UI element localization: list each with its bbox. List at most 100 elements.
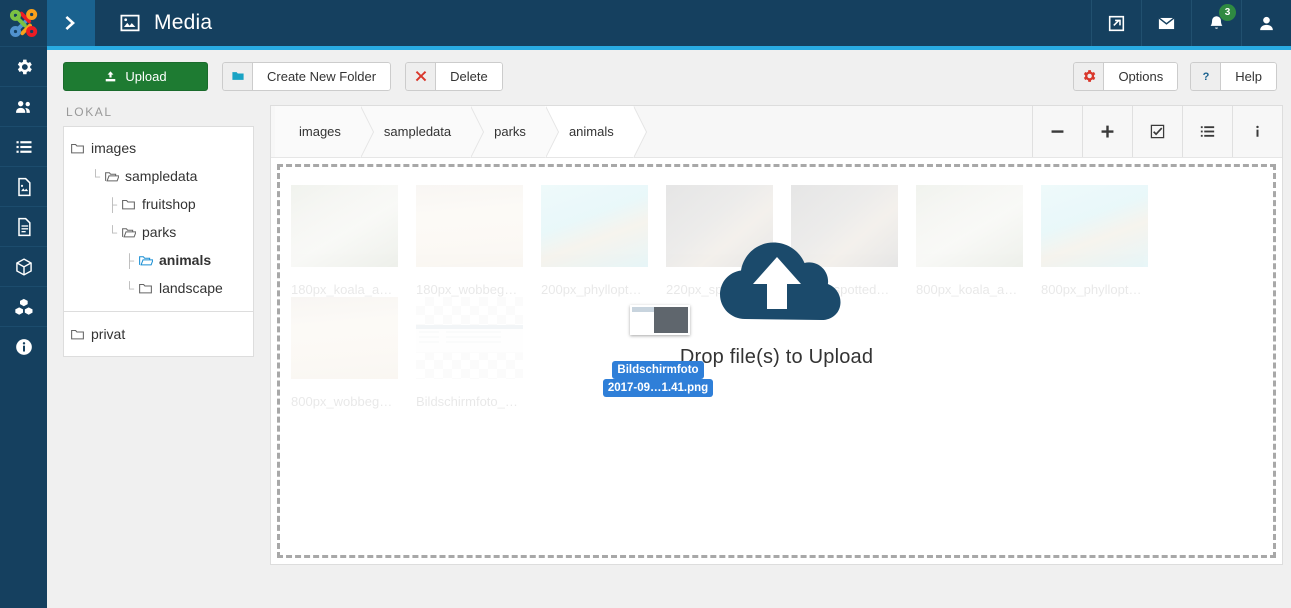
sidebar-toggle-button[interactable] [47, 0, 95, 46]
tree-node-privat[interactable]: privat [64, 320, 253, 348]
file-thumbnail [291, 297, 398, 379]
user-icon [1260, 16, 1273, 30]
gear-icon [17, 59, 32, 74]
file-thumbnail [541, 185, 648, 267]
boxes-icon [14, 298, 32, 315]
tree-node-label: parks [142, 224, 177, 240]
help-button[interactable]: ? Help [1190, 61, 1277, 91]
sidebar-item-components[interactable] [0, 246, 47, 286]
media-grid-item[interactable]: 200px_phyllopt… [538, 185, 663, 297]
tree-node-label: privat [91, 326, 126, 342]
file-thumbnail [1041, 185, 1148, 267]
zoom-out-button[interactable] [1032, 106, 1082, 157]
notifications-badge: 3 [1219, 4, 1236, 21]
breadcrumb-label: sampledata [383, 124, 452, 139]
options-button[interactable]: Options [1073, 61, 1179, 91]
envelope-icon [1158, 16, 1175, 29]
sidebar-item-content[interactable] [0, 206, 47, 246]
file-name: 180px_koala_a… [291, 282, 393, 297]
media-grid-item[interactable]: 789px_spotted… [788, 185, 913, 297]
list-view-button[interactable] [1182, 106, 1232, 157]
media-grid-item[interactable]: 800px_phyllopt… [1038, 185, 1163, 297]
page-title: Media [95, 0, 1091, 46]
tree-node-label: sampledata [125, 168, 198, 184]
tree-node-images[interactable]: images [64, 134, 253, 162]
media-grid-item[interactable]: Bildschirmfoto_… [413, 297, 538, 409]
media-grid-item[interactable]: 180px_koala_a… [288, 185, 413, 297]
media-grid-item[interactable]: 180px_wobbeg… [413, 185, 538, 297]
sidebar-item-help[interactable] [0, 326, 47, 366]
media-grid-item[interactable]: 220px_spotted [663, 185, 788, 297]
help-label: Help [1220, 61, 1277, 91]
image-icon [120, 14, 140, 32]
upload-button[interactable]: Upload [63, 61, 208, 91]
top-header: Media 3 [47, 0, 1291, 46]
joomla-logo[interactable] [0, 0, 47, 46]
notifications-button[interactable]: 3 [1191, 0, 1241, 46]
tree-node-parks[interactable]: └ parks [64, 218, 253, 246]
options-label: Options [1103, 61, 1179, 91]
tree-node-label: animals [159, 252, 212, 268]
chevron-right-icon [65, 16, 75, 30]
times-icon [405, 61, 436, 91]
svg-text:?: ? [1202, 71, 1209, 83]
media-content-panel: images sampledata parks animals 180px_ko… [270, 105, 1283, 565]
tree-node-label: images [91, 140, 137, 156]
tree-node-landscape[interactable]: └ landscape [64, 274, 253, 302]
breadcrumb-item-images[interactable]: images [275, 106, 374, 158]
sidebar-item-system[interactable] [0, 46, 47, 86]
quick-link-button[interactable] [1091, 0, 1141, 46]
messages-button[interactable] [1141, 0, 1191, 46]
tree-guide: └ [90, 168, 101, 184]
check-square-icon [1150, 124, 1165, 139]
delete-button[interactable]: Delete [405, 61, 503, 91]
minus-icon [1051, 130, 1064, 133]
upload-icon [106, 70, 116, 81]
media-grid-item[interactable]: 800px_koala_a… [913, 185, 1038, 297]
sidebar-item-users[interactable] [0, 86, 47, 126]
upload-dropzone[interactable]: 180px_koala_a… 180px_wobbeg… 200px_phyll… [277, 164, 1276, 558]
tree-node-label: fruitshop [142, 196, 196, 212]
file-name: 800px_phyllopt… [1041, 282, 1142, 297]
file-thumbnail [916, 185, 1023, 267]
tree-node-label: landscape [159, 280, 223, 296]
tree-node-fruitshop[interactable]: ├ fruitshop [64, 190, 253, 218]
file-name: 800px_koala_a… [916, 282, 1018, 297]
folder-icon [71, 143, 84, 153]
sidebar-item-media[interactable] [0, 166, 47, 206]
info-button[interactable] [1232, 106, 1282, 157]
info-circle-icon [15, 338, 32, 355]
tree-guide: └ [124, 280, 135, 296]
folder-icon [139, 283, 152, 293]
folder-icon [222, 61, 252, 91]
users-icon [15, 100, 30, 113]
file-name: Bildschirmfoto_… [416, 394, 518, 409]
gear-icon [1073, 61, 1104, 91]
folder-open-icon [122, 227, 136, 237]
media-grid: 180px_koala_a… 180px_wobbeg… 200px_phyll… [288, 185, 1265, 409]
user-menu-button[interactable] [1241, 0, 1291, 46]
sidebar-item-extensions[interactable] [0, 286, 47, 326]
zoom-in-button[interactable] [1082, 106, 1132, 157]
file-thumbnail [666, 185, 773, 267]
media-grid-item[interactable]: 800px_wobbeg… [288, 297, 413, 409]
info-icon [1256, 125, 1259, 137]
sidebar-item-menus[interactable] [0, 126, 47, 166]
folder-icon [122, 199, 135, 209]
select-all-button[interactable] [1132, 106, 1182, 157]
tree-node-animals[interactable]: ├ animals [64, 246, 253, 274]
tree-guide: ├ [107, 196, 118, 212]
folder-icon [71, 329, 84, 339]
breadcrumb-item-sampledata[interactable]: sampledata [359, 106, 485, 158]
create-new-folder-button[interactable]: Create New Folder [222, 61, 392, 91]
tree-guide: └ [107, 224, 118, 240]
question-icon: ? [1190, 61, 1221, 91]
file-name: 220px_spotted [666, 282, 752, 297]
page-title-text: Media [154, 11, 213, 34]
list-icon [1200, 126, 1215, 137]
external-link-icon [1108, 15, 1125, 31]
tree-node-sampledata[interactable]: └ sampledata [64, 162, 253, 190]
document-icon [17, 217, 31, 236]
breadcrumb-label: animals [568, 124, 614, 139]
action-toolbar: Upload Create New Folder Delete Options [47, 50, 1291, 102]
